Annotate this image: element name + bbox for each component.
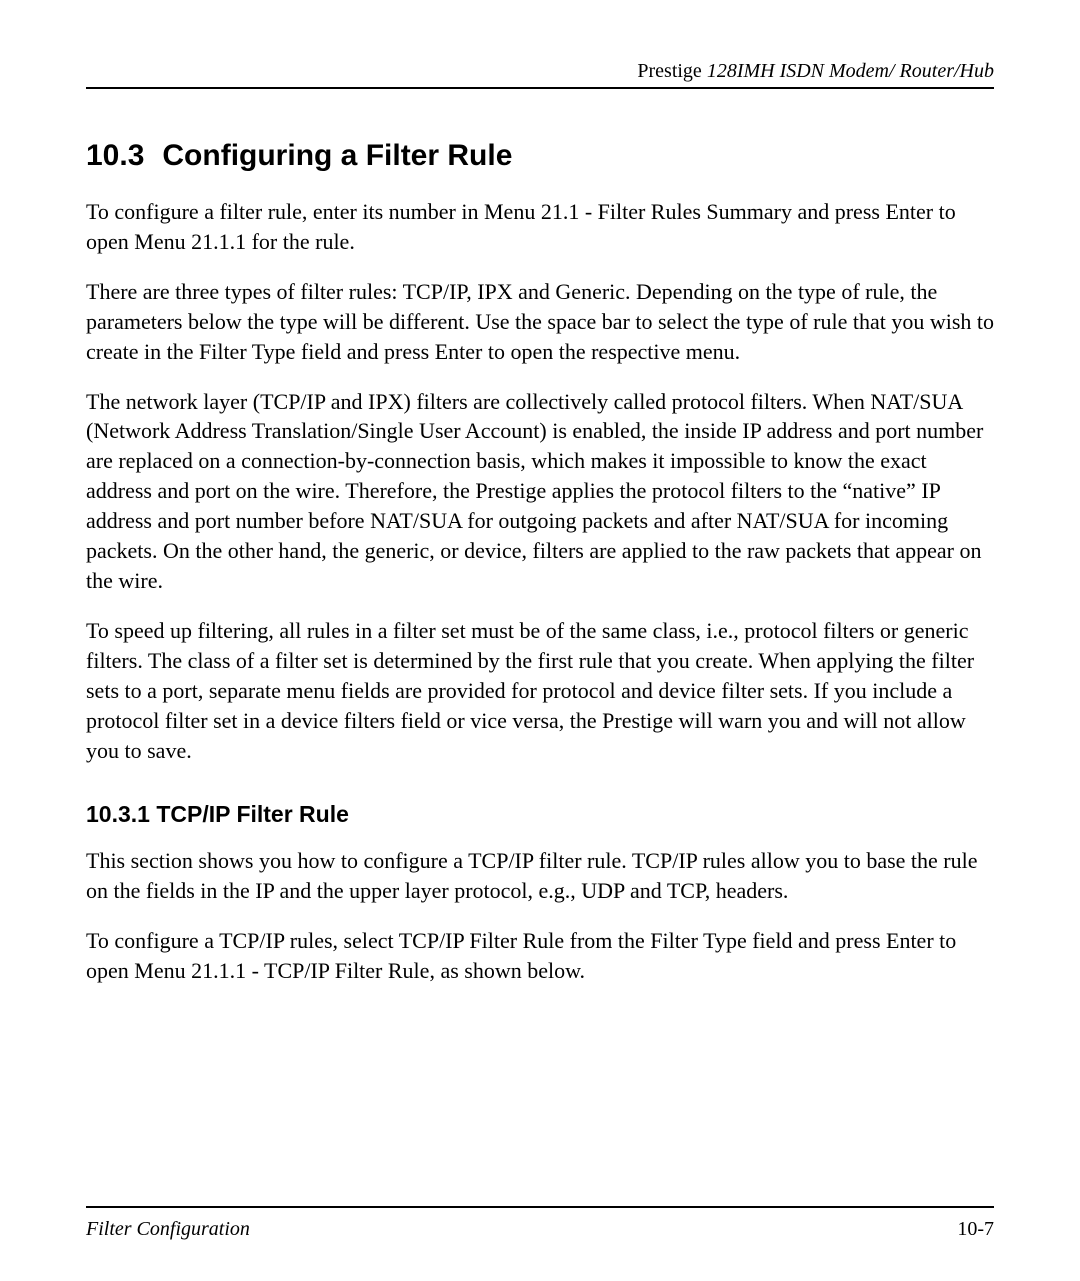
footer: Filter Configuration 10-7 [86, 1218, 994, 1241]
footer-left: Filter Configuration [86, 1218, 250, 1241]
subsection-number: 10.3.1 [86, 801, 150, 827]
body-paragraph: This section shows you how to configure … [86, 846, 994, 906]
body-paragraph: To configure a TCP/IP rules, select TCP/… [86, 926, 994, 986]
running-header-prefix: Prestige [637, 60, 706, 82]
section-number: 10.3 [86, 139, 144, 172]
footer-rule [86, 1206, 994, 1208]
footer-right: 10-7 [957, 1218, 994, 1241]
subsection-title: TCP/IP Filter Rule [156, 801, 349, 827]
body-paragraph: There are three types of filter rules: T… [86, 277, 994, 367]
body-paragraph: To speed up filtering, all rules in a fi… [86, 616, 994, 766]
body-paragraph: To configure a filter rule, enter its nu… [86, 197, 994, 257]
content-area: 10.3 Configuring a Filter Rule To configu… [86, 89, 994, 1206]
body-paragraph: The network layer (TCP/IP and IPX) filte… [86, 387, 994, 596]
running-header-suffix: 128IMH ISDN Modem/ Router/Hub [707, 60, 994, 82]
page: Prestige 128IMH ISDN Modem/ Router/Hub 1… [0, 0, 1080, 1281]
subsection-heading: 10.3.1 TCP/IP Filter Rule [86, 801, 994, 828]
running-header: Prestige 128IMH ISDN Modem/ Router/Hub [86, 60, 994, 83]
footer-block: Filter Configuration 10-7 [86, 1206, 994, 1241]
section-heading: 10.3 Configuring a Filter Rule [86, 139, 994, 173]
section-title: Configuring a Filter Rule [162, 139, 512, 172]
